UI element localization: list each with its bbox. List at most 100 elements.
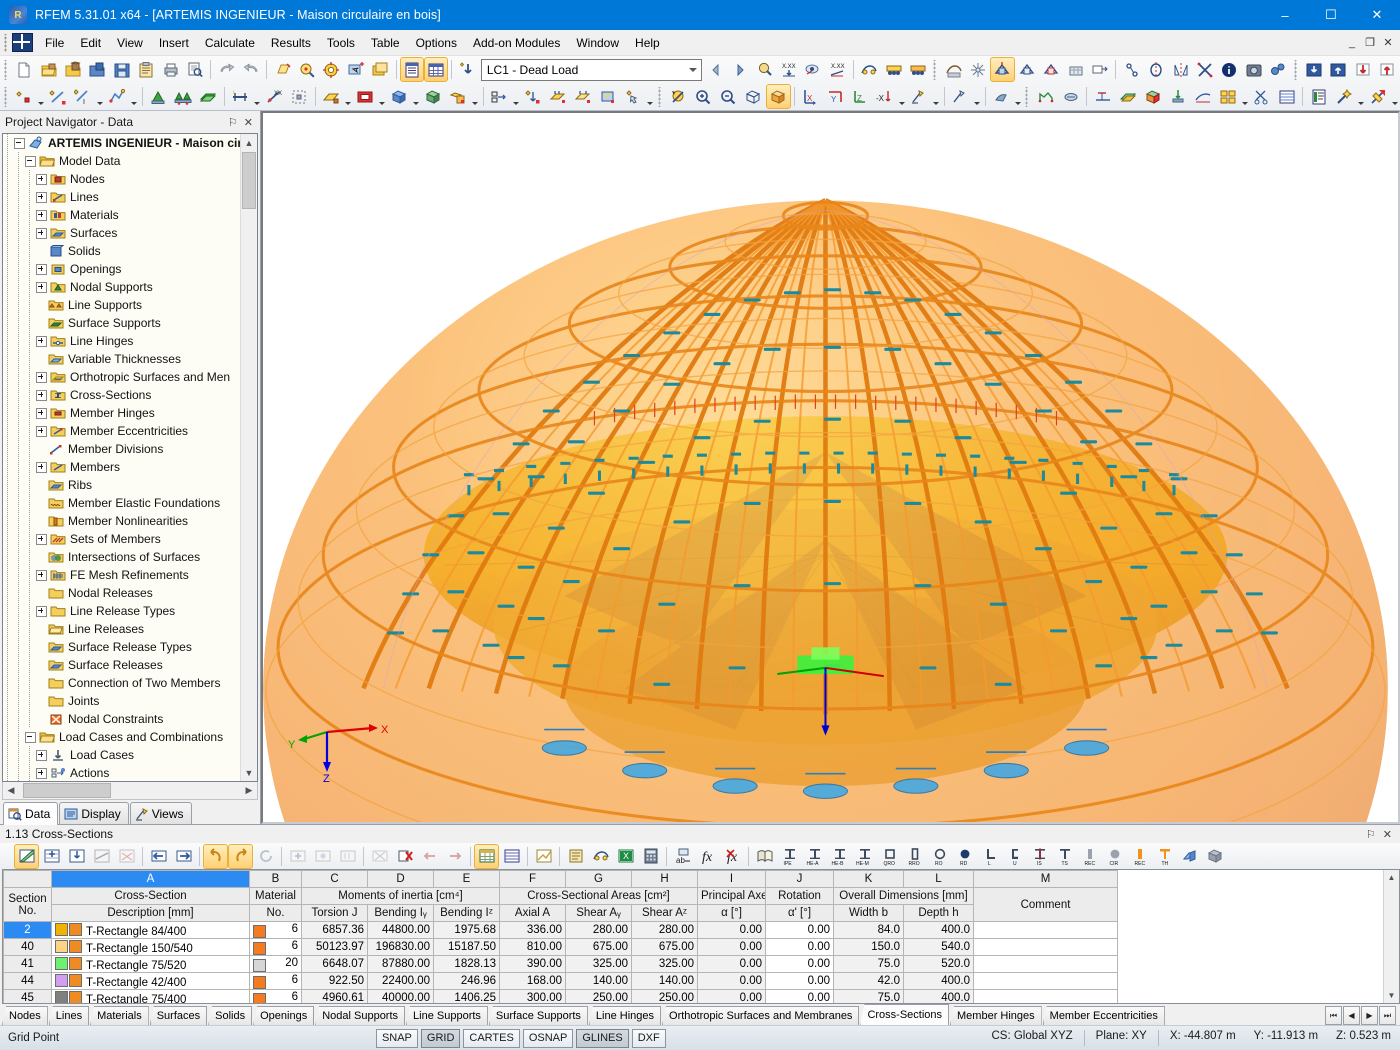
color-scale-caret[interactable] xyxy=(1390,82,1399,111)
cell-description[interactable]: T-Rectangle 150/540 xyxy=(52,939,250,956)
view-y-icon[interactable]: Y xyxy=(823,84,848,109)
new-node-caret[interactable] xyxy=(37,82,46,111)
cell-width-b[interactable]: 75.0 xyxy=(834,990,904,1004)
sheet-tab-line-hinges[interactable]: Line Hinges xyxy=(589,1006,661,1025)
copy-translate-icon[interactable] xyxy=(487,84,512,109)
sheet-tab-orthotropic-surfaces-and-membranes[interactable]: Orthotropic Surfaces and Membranes xyxy=(662,1006,859,1025)
tree-expander[interactable] xyxy=(36,750,47,761)
cell-section-no[interactable]: 40 xyxy=(4,939,52,956)
tree-item-member-divisions[interactable]: Member Divisions xyxy=(3,440,241,458)
cell-shear-az[interactable]: 325.00 xyxy=(632,956,698,973)
table-close-icon[interactable]: ✕ xyxy=(1383,828,1392,841)
view-negative-x-caret[interactable] xyxy=(898,82,907,111)
table-shift-right-icon[interactable] xyxy=(442,844,467,869)
tree-item-lines[interactable]: Lines xyxy=(3,188,241,206)
rotate-icon[interactable] xyxy=(1144,57,1168,82)
save-icon[interactable] xyxy=(110,57,134,82)
sheet-tab-member-hinges[interactable]: Member Hinges xyxy=(950,1006,1042,1025)
cell-bending-iy[interactable]: 87880.00 xyxy=(368,956,434,973)
sheet-tab-nodes[interactable]: Nodes xyxy=(2,1006,48,1025)
sheet-tab-line-supports[interactable]: Line Supports xyxy=(406,1006,488,1025)
model-sections-icon[interactable] xyxy=(1039,57,1063,82)
sheet-tab-solids[interactable]: Solids xyxy=(208,1006,252,1025)
tree-item-connection-of-two-members[interactable]: Connection of Two Members xyxy=(3,674,241,692)
view-front-icon[interactable] xyxy=(1301,57,1325,82)
cell-shear-ay[interactable]: 675.00 xyxy=(566,939,632,956)
section-hea-icon[interactable]: HE-A xyxy=(802,844,827,869)
table-insert-down-icon[interactable] xyxy=(64,844,89,869)
tree-expander[interactable] xyxy=(36,264,47,275)
menu-item-calculate[interactable]: Calculate xyxy=(197,33,263,53)
cell-alpha-rotation[interactable]: 0.00 xyxy=(766,956,834,973)
tree-expander[interactable] xyxy=(36,768,47,779)
new-member-icon[interactable] xyxy=(228,84,253,109)
navigator-pin-icon[interactable]: ⚐ xyxy=(228,116,238,129)
mesh-view-icon[interactable] xyxy=(941,57,965,82)
section-rd-icon[interactable]: RD xyxy=(952,844,977,869)
cell-axial-a[interactable]: 300.00 xyxy=(500,990,566,1004)
cell-torsion-j[interactable]: 50123.97 xyxy=(302,939,368,956)
cell-section-no[interactable]: 44 xyxy=(4,973,52,990)
cell-material-no[interactable]: 6 xyxy=(250,973,302,990)
deformation-icon[interactable] xyxy=(1090,84,1115,109)
undo-icon[interactable] xyxy=(214,57,238,82)
cell-comment[interactable] xyxy=(974,973,1118,990)
col-letter-b[interactable]: B xyxy=(250,871,302,888)
dimension-icon[interactable] xyxy=(1119,57,1143,82)
col-letter-i[interactable]: I xyxy=(698,871,766,888)
supports-view2-icon[interactable] xyxy=(906,57,930,82)
mdi-close-button[interactable]: ✕ xyxy=(1380,35,1396,51)
section-rro-icon[interactable]: RRO xyxy=(902,844,927,869)
tree-item-orthotropic-surfaces-and-men[interactable]: Orthotropic Surfaces and Men xyxy=(3,368,241,386)
cell-description[interactable]: T-Rectangle 42/400 xyxy=(52,973,250,990)
cell-alpha[interactable]: 0.00 xyxy=(698,956,766,973)
new-load-case-icon[interactable] xyxy=(455,57,479,82)
section-thin-walled-icon[interactable] xyxy=(1177,844,1202,869)
new-polyline-caret[interactable] xyxy=(130,82,139,111)
menu-item-window[interactable]: Window xyxy=(568,33,627,53)
zoom-in-icon[interactable] xyxy=(691,84,716,109)
new-member-caret[interactable] xyxy=(253,82,262,111)
light-settings-icon[interactable] xyxy=(948,84,973,109)
col-letter-m[interactable]: M xyxy=(974,871,1118,888)
delete-cross-icon[interactable] xyxy=(1193,57,1217,82)
table-clear-icon[interactable] xyxy=(367,844,392,869)
cell-alpha[interactable]: 0.00 xyxy=(698,939,766,956)
table-calculator-icon[interactable] xyxy=(638,844,663,869)
view-left-icon[interactable] xyxy=(1350,57,1374,82)
result-table-icon[interactable] xyxy=(1058,84,1083,109)
print-preview-icon[interactable] xyxy=(183,57,207,82)
mdi-document-icon[interactable] xyxy=(12,33,33,52)
numbering-icon[interactable] xyxy=(1064,57,1088,82)
pick-object-caret[interactable] xyxy=(646,82,655,111)
tree-item-joints[interactable]: Joints xyxy=(3,692,241,710)
new-line-icon[interactable] xyxy=(46,84,71,109)
tree-expander[interactable] xyxy=(36,372,47,383)
snap-button-glines[interactable]: GLINES xyxy=(576,1029,628,1048)
zoom-window-icon[interactable] xyxy=(295,57,319,82)
cell-bending-iy[interactable]: 40000.00 xyxy=(368,990,434,1004)
col-letter-f[interactable]: F xyxy=(500,871,566,888)
cell-shear-ay[interactable]: 140.00 xyxy=(566,973,632,990)
tree-item-openings[interactable]: Openings xyxy=(3,260,241,278)
col-letter-k[interactable]: K xyxy=(834,871,904,888)
section-ipe-icon[interactable]: IPE xyxy=(777,844,802,869)
toolbar-grip-3[interactable] xyxy=(1293,60,1300,80)
section-qro-icon[interactable]: QRO xyxy=(877,844,902,869)
cell-comment[interactable] xyxy=(974,956,1118,973)
section-hem-icon[interactable]: HE-M xyxy=(852,844,877,869)
section-solid-icon[interactable] xyxy=(1202,844,1227,869)
tree-expander[interactable] xyxy=(36,336,47,347)
tree-item-cross-sections[interactable]: Cross-Sections xyxy=(3,386,241,404)
tree-item-nodal-releases[interactable]: Nodal Releases xyxy=(3,584,241,602)
cell-material-no[interactable]: 6 xyxy=(250,922,302,939)
navigator-tab-data[interactable]: Data xyxy=(3,802,58,825)
cell-shear-ay[interactable]: 325.00 xyxy=(566,956,632,973)
table-library-icon[interactable] xyxy=(752,844,777,869)
camera-icon[interactable] xyxy=(1242,57,1266,82)
new-node-icon[interactable] xyxy=(12,84,37,109)
table-edit-icon[interactable] xyxy=(14,844,39,869)
tree-item-artemis-ingenieur-maison-circu[interactable]: ARTEMIS INGENIEUR - Maison circu xyxy=(3,134,241,152)
col-letter-c[interactable]: C xyxy=(302,871,368,888)
table-render-icon[interactable] xyxy=(588,844,613,869)
